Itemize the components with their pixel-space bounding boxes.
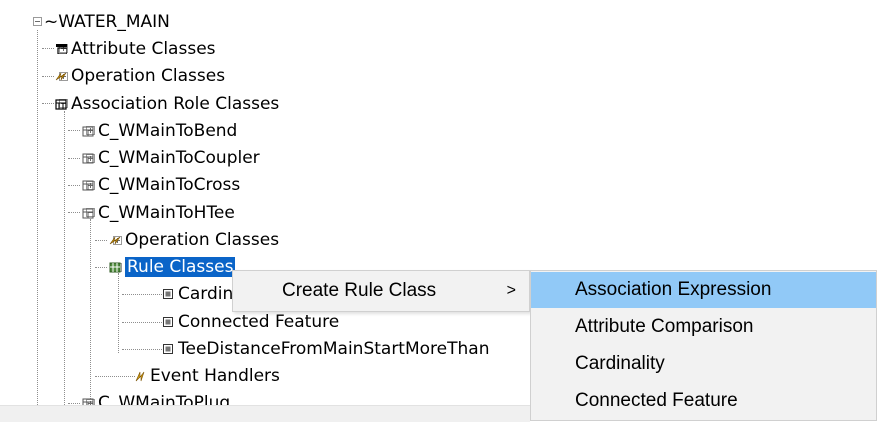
rule-icon <box>162 316 174 328</box>
operation-class-icon <box>109 234 121 246</box>
menu-item-label: Cardinality <box>575 353 665 374</box>
tree-node-attribute-classes[interactable]: Attribute Classes <box>55 36 216 62</box>
cardinality-menu-item[interactable]: Cardinality <box>531 346 876 382</box>
menu-item-label: Connected Feature <box>575 390 738 411</box>
tree-connector-line <box>68 403 80 404</box>
tree-node-label: C_WMainToBend <box>98 121 238 141</box>
association-icon <box>82 207 94 219</box>
horizontal-scrollbar[interactable] <box>0 405 530 422</box>
association-icon <box>82 125 94 137</box>
tree-node-label: C_WMainToCross <box>98 175 241 195</box>
tree-connector-line <box>64 111 65 421</box>
association-icon <box>82 179 94 191</box>
tree-connector-line <box>122 294 162 295</box>
create-rule-class-menu-item[interactable]: Create Rule Class > <box>233 271 529 311</box>
operation-class-icon <box>55 70 67 82</box>
connected-feature-menu-item[interactable]: Connected Feature <box>531 383 876 419</box>
tree-node-label: ~WATER_MAIN <box>44 12 170 32</box>
association-role-icon <box>55 98 67 110</box>
tree-node-label: Attribute Classes <box>71 39 216 59</box>
tree-connector-line <box>68 130 80 131</box>
tree-connector-line <box>95 240 107 241</box>
tree-node-htee-operation-classes[interactable]: Operation Classes <box>109 227 279 253</box>
tree-connector-line <box>122 322 162 323</box>
tree-node-connected-feature-rule[interactable]: Connected Feature <box>162 309 339 335</box>
menu-item-label: Attribute Comparison <box>575 316 754 337</box>
tree-connector-line <box>42 76 54 77</box>
tree-connector-line <box>68 185 80 186</box>
collapse-toggle[interactable] <box>33 17 42 26</box>
tree-connector-line <box>118 273 119 353</box>
menu-item-label: Association Expression <box>575 279 772 300</box>
tree-node-event-handlers[interactable]: Event Handlers <box>134 363 280 389</box>
tree-node-label: Rule Classes <box>125 257 236 277</box>
tree-node-c-wmaintocross[interactable]: C_WMainToCross <box>82 172 240 198</box>
tree-connector-line <box>122 349 162 350</box>
create-rule-class-submenu: Association Expression Attribute Compari… <box>530 270 877 421</box>
tree-node-rule-classes[interactable]: Rule Classes <box>109 254 236 280</box>
attribute-comparison-menu-item[interactable]: Attribute Comparison <box>531 309 876 345</box>
tree-connector-line <box>68 158 80 159</box>
tree-connector-line <box>68 212 80 213</box>
tree-connector-line <box>42 48 54 49</box>
tree-node-water-main[interactable]: ~WATER_MAIN <box>44 9 170 35</box>
tree-node-label: TeeDistanceFromMainStartMoreThan <box>178 339 490 359</box>
tree-connector-line <box>42 103 54 104</box>
tree-node-label: Association Role Classes <box>71 94 280 114</box>
tree-node-association-role-classes[interactable]: Association Role Classes <box>55 91 279 117</box>
tree-node-c-wmaintocoupler[interactable]: C_WMainToCoupler <box>82 145 260 171</box>
event-handler-icon <box>134 370 146 382</box>
association-icon <box>82 152 94 164</box>
tree-node-tee-distance-rule[interactable]: TeeDistanceFromMainStartMoreThan <box>162 336 489 362</box>
tree-connector-line <box>95 376 135 377</box>
tree-connector-line <box>37 30 38 421</box>
attribute-class-icon <box>55 43 67 55</box>
tree-node-label: Operation Classes <box>125 230 280 250</box>
tree-node-c-wmaintobend[interactable]: C_WMainToBend <box>82 118 237 144</box>
rule-class-icon <box>109 261 121 273</box>
tree-node-label: Connected Feature <box>178 312 340 332</box>
rule-icon <box>162 288 174 300</box>
association-expression-menu-item[interactable]: Association Expression <box>531 272 876 308</box>
tree-node-c-wmaintohtee[interactable]: C_WMainToHTee <box>82 200 235 226</box>
submenu-arrow-icon: > <box>506 282 516 299</box>
tree-node-label: Operation Classes <box>71 66 226 86</box>
rule-icon <box>162 343 174 355</box>
tree-connector-line <box>95 267 107 268</box>
tree-node-label: C_WMainToCoupler <box>98 148 260 168</box>
tree-node-label: Event Handlers <box>150 366 280 386</box>
context-menu: Create Rule Class > <box>232 270 530 312</box>
tree-node-label: C_WMainToHTee <box>98 203 235 223</box>
tree-node-operation-classes[interactable]: Operation Classes <box>55 63 225 89</box>
menu-item-label: Create Rule Class <box>282 280 437 301</box>
